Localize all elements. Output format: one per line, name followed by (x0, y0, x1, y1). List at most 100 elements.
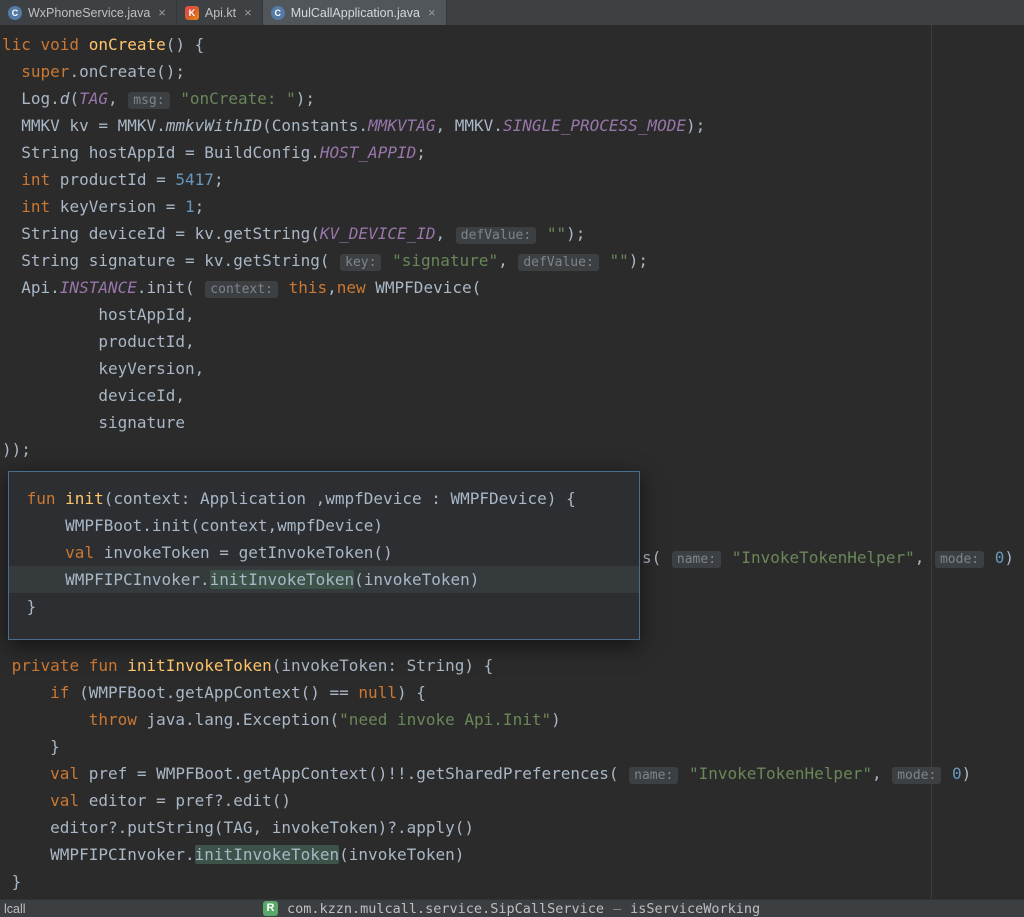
ide-window: C WxPhoneService.java × K Api.kt × C MulCallApp… (0, 0, 1024, 917)
tab-label: MulCallApplication.java (290, 5, 420, 20)
code-line[interactable]: super.onCreate(); (2, 58, 1024, 85)
code-line[interactable]: String deviceId = kv.getString(KV_DEVICE… (2, 220, 1024, 247)
code-token: ); (566, 224, 586, 243)
code-line[interactable]: WMPFBoot.init(context,wmpfDevice) (9, 512, 639, 539)
code-line[interactable]: Log.d(TAG, msg: "onCreate: "); (2, 85, 1024, 112)
code-token: ; (194, 197, 205, 216)
code-line[interactable]: WMPFIPCInvoker.initInvokeToken(invokeTok… (9, 566, 639, 593)
method-name: isServiceWorking (630, 900, 761, 917)
code-token: if (50, 683, 70, 702)
tab-wxphoneservice-java[interactable]: C WxPhoneService.java × (0, 0, 177, 25)
code-token: s( (642, 548, 671, 567)
code-line[interactable]: signature (2, 409, 1024, 436)
run-process[interactable]: R com.kzzn.mulcall.service.SipCallServic… (263, 900, 760, 917)
code-token: int (21, 197, 51, 216)
code-line[interactable]: int productId = 5417; (2, 166, 1024, 193)
code-token: productId = (50, 170, 176, 189)
code-token: WMPFIPCInvoker. (2, 845, 195, 864)
code-line[interactable]: productId, (2, 328, 1024, 355)
code-token: ); (685, 116, 706, 135)
editor-top-code: lic void onCreate() { super.onCreate(); … (0, 31, 1024, 463)
code-line[interactable]: deviceId, (2, 382, 1024, 409)
code-line[interactable]: Api.INSTANCE.init( context: this,new WMP… (2, 274, 1024, 301)
code-line[interactable]: val pref = WMPFBoot.getAppContext()!!.ge… (2, 760, 1024, 787)
close-icon[interactable]: × (158, 6, 166, 19)
code-line[interactable]: } (2, 733, 1024, 760)
code-line[interactable]: } (9, 593, 639, 620)
code-token: "InvokeTokenHelper" (688, 764, 872, 783)
code-token: "onCreate: " (180, 89, 296, 108)
quick-definition-popup[interactable]: fun init(context: Application ,wmpfDevic… (8, 471, 640, 640)
code-token: initInvokeToken (209, 570, 355, 589)
code-line[interactable]: keyVersion, (2, 355, 1024, 382)
code-token: void (40, 35, 89, 54)
code-line[interactable]: hostAppId, (2, 301, 1024, 328)
code-token: msg: (128, 92, 170, 109)
process-separator: — (612, 900, 622, 917)
code-line[interactable]: String hostAppId = BuildConfig.HOST_APPI… (2, 139, 1024, 166)
java-class-icon: C (270, 5, 285, 20)
code-line[interactable]: )); (2, 436, 1024, 463)
code-line[interactable]: int keyVersion = 1; (2, 193, 1024, 220)
code-token: (WMPFBoot.getAppContext() == (69, 683, 359, 702)
code-token: invokeToken = getInvokeToken() (94, 543, 393, 562)
code-line[interactable]: s( name: "InvokeTokenHelper", mode: 0) (642, 544, 1024, 571)
code-token: initInvokeToken (194, 845, 340, 864)
code-line[interactable]: lic void onCreate() { (2, 31, 1024, 58)
code-line[interactable]: editor?.putString(TAG, invokeToken)?.app… (2, 814, 1024, 841)
code-line[interactable]: val invokeToken = getInvokeToken() (9, 539, 639, 566)
code-token: throw (88, 710, 137, 729)
code-line[interactable]: WMPFIPCInvoker.initInvokeToken(invokeTok… (2, 841, 1024, 868)
code-token: 5417 (175, 170, 214, 189)
code-token: (Constants. (262, 116, 369, 135)
code-line[interactable]: } (2, 868, 1024, 895)
code-token: )); (2, 440, 31, 459)
code-token: SINGLE_PROCESS_MODE (502, 116, 686, 135)
code-token: (invokeToken) (354, 570, 480, 589)
code-line[interactable]: private fun initInvokeToken(invokeToken:… (2, 652, 1024, 679)
code-line[interactable]: String signature = kv.getString( key: "s… (2, 247, 1024, 274)
code-token: ) { (396, 683, 426, 702)
code-editor[interactable]: lic void onCreate() { super.onCreate(); … (0, 25, 1024, 899)
code-token: .onCreate(); (69, 62, 186, 81)
tool-window-tab[interactable]: lcall (4, 902, 26, 916)
code-line[interactable]: throw java.lang.Exception("need invoke A… (2, 706, 1024, 733)
code-token: "need invoke Api.Init" (339, 710, 552, 729)
code-token: , (498, 251, 518, 270)
java-class-icon: C (8, 5, 22, 20)
code-token: val (65, 543, 95, 562)
code-token: , (107, 89, 128, 108)
code-token: String signature = kv.getString( (2, 251, 340, 270)
code-token: ); (295, 89, 316, 108)
close-icon[interactable]: × (428, 6, 436, 19)
code-token: ( (69, 89, 80, 108)
code-token: () { (165, 35, 205, 54)
code-token: , (914, 548, 934, 567)
code-line[interactable]: val editor = pref?.edit() (2, 787, 1024, 814)
code-token: HOST_APPID (319, 143, 417, 162)
code-token: } (2, 737, 60, 756)
tab-api-kt[interactable]: K Api.kt × (177, 0, 263, 25)
code-line[interactable]: if (WMPFBoot.getAppContext() == null) { (2, 679, 1024, 706)
close-icon[interactable]: × (244, 6, 252, 19)
code-token: init (65, 489, 104, 508)
code-token: ) (1004, 548, 1015, 567)
code-line[interactable]: MMKV kv = MMKV.mmkvWithID(Constants.MMKV… (2, 112, 1024, 139)
code-token: ) (551, 710, 561, 729)
code-token: , MMKV. (435, 116, 503, 135)
code-token: val (50, 764, 80, 783)
code-token: 1 (185, 197, 195, 216)
tab-mulcallapplication-java[interactable]: C MulCallApplication.java × (262, 0, 447, 25)
code-line[interactable]: fun init(context: Application ,wmpfDevic… (9, 485, 639, 512)
code-token: 0 (952, 764, 962, 783)
